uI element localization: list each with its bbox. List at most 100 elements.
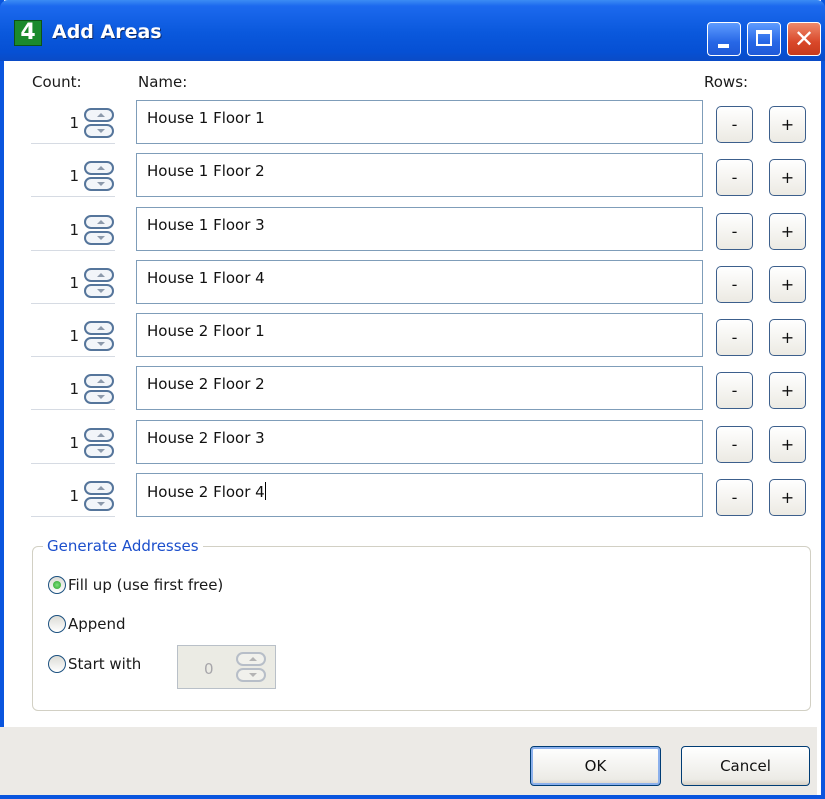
radio-append[interactable] (48, 615, 66, 633)
area-name-input[interactable]: House 2 Floor 2 (136, 366, 703, 410)
count-value[interactable]: 1 (59, 221, 79, 239)
spin-up-icon[interactable] (84, 161, 114, 175)
start-with-value[interactable]: 0 (204, 660, 214, 678)
spin-buttons (236, 651, 268, 683)
spin-down-icon[interactable] (84, 124, 114, 138)
count-value[interactable]: 1 (59, 274, 79, 292)
radio-start-with[interactable] (48, 655, 66, 673)
area-name-input[interactable]: House 2 Floor 4 (136, 473, 703, 517)
area-name-input[interactable]: House 1 Floor 4 (136, 260, 703, 304)
remove-row-button[interactable]: - (716, 319, 753, 356)
area-row: 1 House 2 Floor 3 - + (0, 420, 825, 464)
area-row: 1 House 1 Floor 1 - + (0, 100, 825, 144)
append-label[interactable]: Append (68, 615, 126, 633)
area-name-input[interactable]: House 1 Floor 1 (136, 100, 703, 144)
start-with-label[interactable]: Start with (68, 655, 141, 673)
count-column-header: Count: (32, 73, 82, 91)
remove-row-button[interactable]: - (716, 372, 753, 409)
spin-up-icon[interactable] (84, 481, 114, 495)
radio-fill-up[interactable] (48, 576, 66, 594)
spin-down-icon[interactable] (84, 444, 114, 458)
remove-row-button[interactable]: - (716, 266, 753, 303)
maximize-button[interactable] (747, 22, 781, 56)
add-row-button[interactable]: + (769, 319, 806, 356)
add-row-button[interactable]: + (769, 479, 806, 516)
minimize-button[interactable] (707, 22, 741, 56)
add-row-button[interactable]: + (769, 213, 806, 250)
spin-up-icon[interactable] (236, 652, 266, 666)
spin-buttons (84, 373, 116, 405)
count-stepper[interactable]: 1 (31, 260, 115, 304)
count-value[interactable]: 1 (59, 167, 79, 185)
spin-up-icon[interactable] (84, 321, 114, 335)
spin-buttons (84, 267, 116, 299)
spin-down-icon[interactable] (236, 668, 266, 682)
spin-buttons (84, 320, 116, 352)
count-value[interactable]: 1 (59, 327, 79, 345)
spin-up-icon[interactable] (84, 374, 114, 388)
area-name-input[interactable]: House 2 Floor 1 (136, 313, 703, 357)
area-name-text: House 2 Floor 4 (147, 483, 265, 501)
count-value[interactable]: 1 (59, 487, 79, 505)
add-row-button[interactable]: + (769, 106, 806, 143)
area-row: 1 House 1 Floor 2 - + (0, 153, 825, 197)
generate-addresses-group (32, 546, 811, 711)
spin-up-icon[interactable] (84, 215, 114, 229)
cancel-button[interactable]: Cancel (681, 746, 810, 786)
area-row: 1 House 1 Floor 4 - + (0, 260, 825, 304)
count-stepper[interactable]: 1 (31, 473, 115, 517)
area-row: 1 House 2 Floor 4 - + (0, 473, 825, 517)
spin-up-icon[interactable] (84, 428, 114, 442)
generate-addresses-legend: Generate Addresses (43, 537, 203, 555)
remove-row-button[interactable]: - (716, 159, 753, 196)
maximize-icon (756, 30, 772, 46)
spin-buttons (84, 427, 116, 459)
add-row-button[interactable]: + (769, 426, 806, 463)
add-row-button[interactable]: + (769, 266, 806, 303)
remove-row-button[interactable]: - (716, 426, 753, 463)
area-row: 1 House 2 Floor 1 - + (0, 313, 825, 357)
count-value[interactable]: 1 (59, 434, 79, 452)
remove-row-button[interactable]: - (716, 479, 753, 516)
spin-down-icon[interactable] (84, 497, 114, 511)
spin-up-icon[interactable] (84, 108, 114, 122)
spin-up-icon[interactable] (84, 268, 114, 282)
area-row: 1 House 1 Floor 3 - + (0, 207, 825, 251)
spin-buttons (84, 480, 116, 512)
ok-button[interactable]: OK (530, 746, 661, 786)
spin-down-icon[interactable] (84, 337, 114, 351)
area-name-input[interactable]: House 2 Floor 3 (136, 420, 703, 464)
close-button[interactable]: ✕ (787, 22, 821, 56)
spin-down-icon[interactable] (84, 390, 114, 404)
count-value[interactable]: 1 (59, 114, 79, 132)
title-bar[interactable]: 4 Add Areas ✕ (0, 0, 825, 61)
spin-buttons (84, 107, 116, 139)
close-icon: ✕ (793, 25, 815, 53)
name-column-header: Name: (138, 73, 188, 91)
count-stepper[interactable]: 1 (31, 207, 115, 251)
remove-row-button[interactable]: - (716, 106, 753, 143)
spin-down-icon[interactable] (84, 231, 114, 245)
fill-up-label[interactable]: Fill up (use first free) (68, 576, 223, 594)
spin-buttons (84, 160, 116, 192)
start-with-stepper[interactable]: 0 (177, 645, 276, 689)
spin-down-icon[interactable] (84, 177, 114, 191)
area-name-input[interactable]: House 1 Floor 3 (136, 207, 703, 251)
add-row-button[interactable]: + (769, 372, 806, 409)
area-name-input[interactable]: House 1 Floor 2 (136, 153, 703, 197)
window-title: Add Areas (52, 21, 162, 43)
minimize-icon (718, 44, 729, 48)
count-stepper[interactable]: 1 (31, 100, 115, 144)
spin-down-icon[interactable] (84, 284, 114, 298)
add-row-button[interactable]: + (769, 159, 806, 196)
count-value[interactable]: 1 (59, 380, 79, 398)
count-stepper[interactable]: 1 (31, 313, 115, 357)
app-icon: 4 (14, 20, 42, 46)
count-stepper[interactable]: 1 (31, 366, 115, 410)
spin-buttons (84, 214, 116, 246)
rows-column-header: Rows: (704, 73, 749, 91)
remove-row-button[interactable]: - (716, 213, 753, 250)
count-stepper[interactable]: 1 (31, 420, 115, 464)
area-row: 1 House 2 Floor 2 - + (0, 366, 825, 410)
count-stepper[interactable]: 1 (31, 153, 115, 197)
